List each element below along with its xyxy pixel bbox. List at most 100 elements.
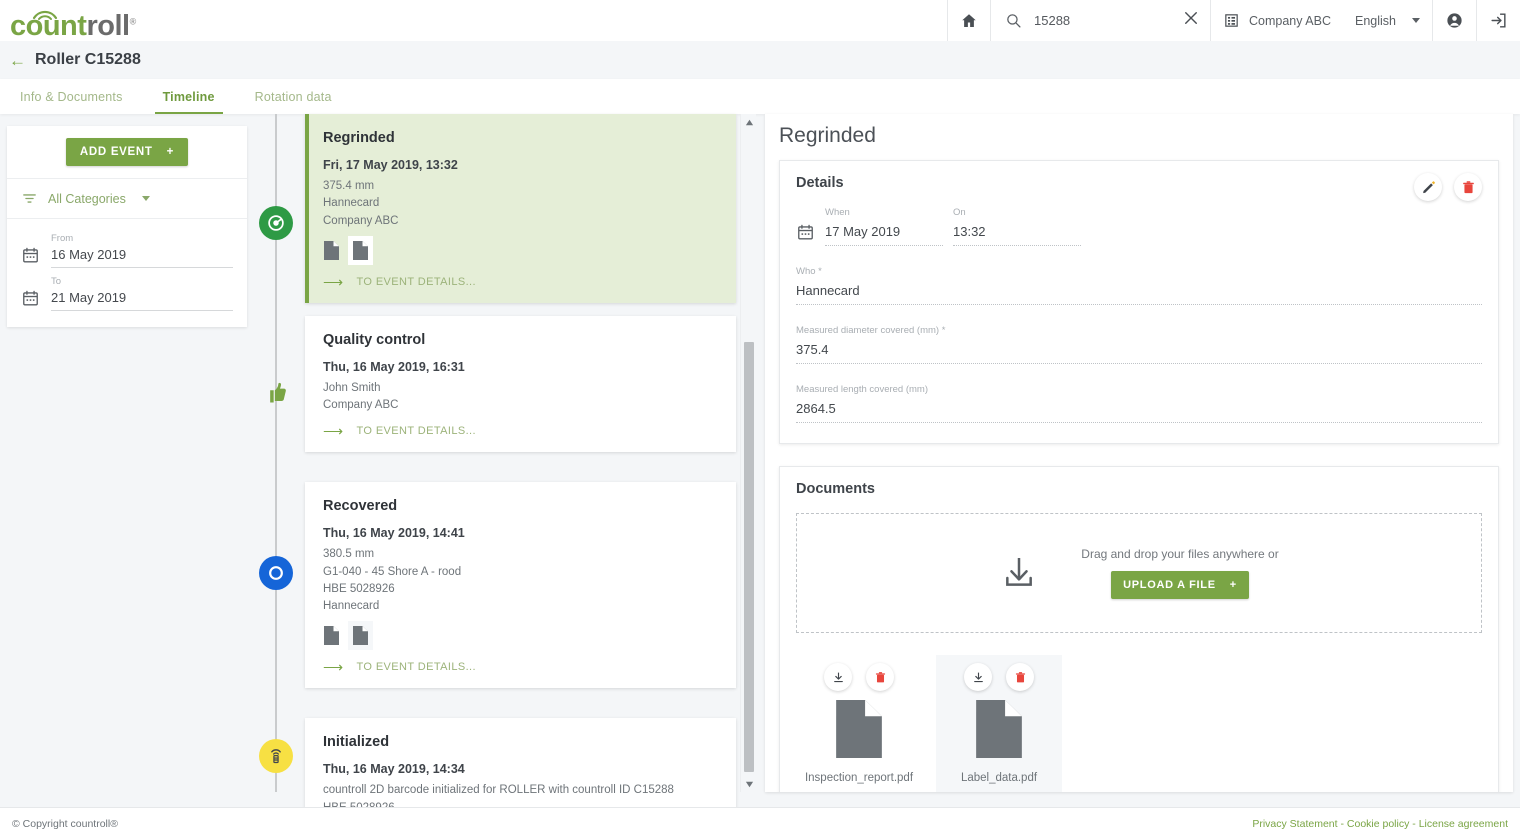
event-detail-line: Company ABC bbox=[323, 399, 399, 411]
event-detail-line: G1-040 - 45 Shore A - rood bbox=[323, 565, 462, 578]
date-from-row[interactable]: From 16 May 2019 bbox=[21, 233, 233, 268]
measured-length-field[interactable]: Measured length covered (mm) 2864.5 bbox=[796, 384, 1482, 423]
account-icon bbox=[1447, 13, 1462, 28]
on-field[interactable]: On 13:32 bbox=[953, 207, 1081, 246]
recovered-icon bbox=[269, 566, 283, 580]
documents-heading: Documents bbox=[796, 481, 875, 497]
timeline-event-card-recovered[interactable]: Recovered Thu, 16 May 2019, 14:41 380.5 … bbox=[305, 482, 736, 689]
company-name-label: Company ABC bbox=[1249, 13, 1331, 28]
regrind-icon bbox=[268, 215, 284, 231]
timeline-event-card-regrinded[interactable]: Regrinded Fri, 17 May 2019, 13:32 375.4 … bbox=[305, 114, 736, 303]
home-button[interactable] bbox=[947, 0, 990, 41]
measured-diameter-field[interactable]: Measured diameter covered (mm) * 375.4 bbox=[796, 325, 1482, 364]
scroll-up-button[interactable] bbox=[741, 114, 757, 130]
event-detail-line: HBE 5028926 bbox=[323, 582, 395, 595]
search-box[interactable] bbox=[990, 0, 1210, 41]
timeline-pane: Regrinded Fri, 17 May 2019, 13:32 375.4 … bbox=[256, 114, 756, 839]
date-from-field[interactable]: From 16 May 2019 bbox=[51, 233, 233, 268]
event-document-thumbnails bbox=[319, 621, 718, 651]
thumbs-up-icon bbox=[270, 382, 286, 403]
file-tile[interactable]: Inspection_report.pdf bbox=[796, 655, 922, 792]
event-detail-line: 375.4 mm bbox=[323, 180, 375, 192]
date-to-value: 21 May 2019 bbox=[51, 290, 127, 305]
timeline-event-card-quality-control[interactable]: Quality control Thu, 16 May 2019, 16:31 … bbox=[305, 315, 736, 453]
event-details-link-label: TO EVENT DETAILS... bbox=[356, 425, 476, 438]
trash-icon bbox=[875, 671, 885, 682]
logout-button[interactable] bbox=[1476, 0, 1520, 41]
file-delete-button[interactable] bbox=[866, 663, 894, 691]
event-document-thumbnail[interactable] bbox=[319, 236, 344, 265]
tab-info-documents[interactable]: Info & Documents bbox=[0, 79, 143, 114]
account-button[interactable] bbox=[1432, 0, 1476, 41]
chevron-up-icon bbox=[745, 119, 753, 125]
edit-button[interactable] bbox=[1414, 173, 1442, 201]
event-details-link[interactable]: ⟶ TO EVENT DETAILS... bbox=[323, 275, 718, 289]
detail-panel-title: Regrinded bbox=[779, 124, 876, 147]
download-icon bbox=[833, 672, 843, 682]
app-logo[interactable]: countroll® bbox=[0, 0, 136, 41]
search-clear-button[interactable] bbox=[1162, 9, 1200, 32]
file-icon bbox=[976, 700, 1022, 758]
footer: © Copyright countroll® Privacy Statement… bbox=[0, 807, 1520, 839]
details-card: Details When 17 May 2019 On 13:32 Who * … bbox=[779, 160, 1499, 444]
app-root: countroll® 15288 Company ABC English ← R… bbox=[0, 0, 1520, 839]
event-detail-line: Company ABC bbox=[323, 214, 399, 227]
category-filter[interactable]: All Categories bbox=[7, 179, 247, 219]
privacy-statement-link[interactable]: Privacy Statement bbox=[1252, 818, 1337, 830]
language-selector[interactable]: English bbox=[1343, 0, 1432, 41]
measured-length-label: Measured length covered (mm) bbox=[796, 384, 928, 395]
page-title: Roller C15288 bbox=[35, 51, 141, 68]
logo-registered-mark: ® bbox=[129, 16, 137, 27]
event-details-link[interactable]: ⟶ TO EVENT DETAILS... bbox=[323, 424, 718, 438]
file-tile[interactable]: Label_data.pdf bbox=[936, 655, 1062, 792]
uploaded-files-list: Inspection_report.pdf Label_data.pdf bbox=[796, 655, 1482, 792]
timeline-card-list: Regrinded Fri, 17 May 2019, 13:32 375.4 … bbox=[305, 114, 736, 839]
file-download-button[interactable] bbox=[964, 663, 992, 691]
tab-bar: Info & Documents Timeline Rotation data bbox=[0, 79, 1520, 114]
event-details-link[interactable]: ⟶ TO EVENT DETAILS... bbox=[323, 660, 718, 674]
when-value: 17 May 2019 bbox=[825, 224, 901, 239]
when-field[interactable]: When 17 May 2019 bbox=[825, 207, 943, 246]
back-button[interactable]: ← bbox=[9, 52, 26, 69]
category-filter-label: All Categories bbox=[48, 191, 126, 206]
arrow-right-icon: ⟶ bbox=[323, 273, 344, 290]
timeline-scrollbar[interactable] bbox=[740, 114, 756, 792]
timeline-marker-recovered[interactable] bbox=[259, 556, 293, 590]
cookie-policy-link[interactable]: Cookie policy bbox=[1347, 818, 1409, 830]
file-delete-button[interactable] bbox=[1006, 663, 1034, 691]
event-datetime: Thu, 16 May 2019, 14:41 bbox=[323, 526, 465, 541]
scrollbar-thumb[interactable] bbox=[744, 342, 754, 772]
when-on-row: When 17 May 2019 On 13:32 bbox=[796, 207, 1482, 246]
date-to-field[interactable]: To 21 May 2019 bbox=[51, 276, 233, 311]
event-document-thumbnail[interactable] bbox=[348, 235, 373, 265]
dropzone-instruction: Drag and drop your files anywhere or bbox=[1081, 547, 1279, 561]
license-agreement-link[interactable]: License agreement bbox=[1419, 818, 1508, 830]
event-document-thumbnails bbox=[319, 235, 718, 265]
tab-rotation-data[interactable]: Rotation data bbox=[235, 79, 352, 114]
add-event-button[interactable]: ADD EVENT + bbox=[65, 138, 189, 166]
event-document-thumbnail[interactable] bbox=[348, 621, 373, 651]
file-dropzone[interactable]: Drag and drop your files anywhere or UPL… bbox=[796, 513, 1482, 633]
delete-button[interactable] bbox=[1454, 173, 1482, 201]
date-to-row[interactable]: To 21 May 2019 bbox=[21, 276, 233, 311]
company-selector[interactable]: Company ABC bbox=[1210, 0, 1343, 41]
pencil-icon bbox=[1422, 180, 1435, 193]
timeline-marker-regrinded[interactable] bbox=[259, 206, 293, 240]
event-document-thumbnail[interactable] bbox=[319, 621, 344, 650]
scroll-down-button[interactable] bbox=[741, 776, 757, 792]
barcode-icon bbox=[271, 749, 281, 764]
event-title: Recovered bbox=[323, 498, 398, 515]
download-icon bbox=[973, 672, 983, 682]
filter-icon bbox=[23, 194, 36, 203]
details-card-actions bbox=[1414, 173, 1482, 201]
arrow-right-icon: ⟶ bbox=[323, 423, 344, 440]
tab-timeline[interactable]: Timeline bbox=[143, 79, 235, 114]
timeline-marker-initialized[interactable] bbox=[259, 739, 293, 773]
footer-separator: - bbox=[1409, 817, 1419, 830]
file-download-button[interactable] bbox=[824, 663, 852, 691]
search-input[interactable] bbox=[1032, 12, 1153, 29]
who-field[interactable]: Who * Hannecard bbox=[796, 266, 1482, 305]
upload-file-button[interactable]: UPLOAD A FILE + bbox=[1111, 571, 1249, 599]
timeline-marker-quality-control[interactable] bbox=[259, 375, 293, 409]
plus-icon: + bbox=[1229, 579, 1237, 591]
